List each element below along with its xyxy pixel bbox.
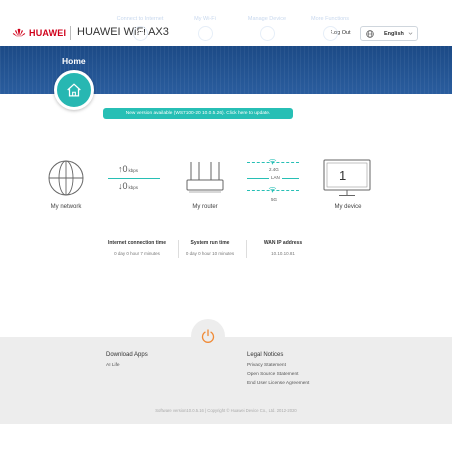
ai-life-link[interactable]: AI Life [106, 363, 120, 368]
nav-circle [322, 26, 338, 41]
download-value: 0 [122, 181, 128, 191]
huawei-logo[interactable]: HUAWEI [12, 28, 66, 38]
download-speed: ↓ 0 kbps [118, 181, 138, 191]
stat-divider [246, 240, 247, 258]
nav-label: Manage Device [247, 16, 287, 22]
device-count: 1 [339, 168, 347, 183]
nav-my-wifi[interactable]: My Wi-Fi [175, 16, 235, 41]
wifi-icon [201, 30, 209, 37]
globe-icon [136, 29, 144, 38]
stat-wan-ip: WAN IP address 10.10.10.81 [250, 240, 316, 256]
stat-connection-time: Internet connection time 0 day 0 hour 7 … [98, 240, 176, 256]
nav-home-button[interactable] [54, 70, 94, 110]
nav-home-label[interactable]: Home [62, 56, 86, 66]
nav-manage-device[interactable]: Manage Device [237, 16, 297, 41]
huawei-petal-icon [12, 28, 26, 38]
nav-more-functions[interactable]: More Functions [300, 16, 360, 41]
my-network-label: My network [50, 204, 82, 210]
power-icon [201, 329, 215, 343]
nav-circle [259, 26, 275, 41]
header-divider [70, 26, 71, 40]
nav-label: My Wi-Fi [194, 16, 216, 22]
router-icon[interactable] [185, 160, 225, 196]
network-globe-icon[interactable] [47, 159, 85, 197]
nav-connect-to-internet[interactable]: Connect to Internet [110, 16, 170, 41]
chevron-down-icon [408, 32, 413, 35]
download-apps-heading: Download Apps [106, 352, 148, 358]
stat-title: WAN IP address [263, 240, 303, 246]
my-router-label: My router [192, 204, 218, 210]
update-banner[interactable]: New version available (WS7100-20 10.0.5.… [103, 108, 293, 119]
band-5g-line [247, 190, 299, 191]
stat-title: System run time [190, 240, 230, 246]
open-source-statement-link[interactable]: Open Source Statement [247, 372, 298, 377]
nav-circle [197, 26, 213, 41]
nav-circle [132, 26, 148, 41]
copyright-text: Software version10.0.5.16 | Copyright © … [155, 408, 297, 413]
band-5g-label: 5G [271, 197, 278, 202]
band-2g-line [247, 162, 299, 163]
stat-title: Internet connection time [107, 240, 167, 246]
band-lan-label: LAN [269, 175, 282, 180]
wan-link-line [108, 178, 160, 179]
upload-speed: ↑ 0 kbps [118, 164, 138, 174]
home-icon [67, 83, 81, 97]
privacy-statement-link[interactable]: Privacy Statement [247, 363, 286, 368]
stat-value: 0 day 0 hour 10 minutes [185, 251, 235, 256]
my-device-label: My device [334, 204, 362, 210]
menu-icon [327, 31, 333, 36]
stat-run-time: System run time 0 day 0 hour 10 minutes [178, 240, 242, 256]
nav-label: More Functions [311, 16, 349, 22]
power-button[interactable] [191, 319, 225, 353]
stat-value: 0 day 0 hour 7 minutes [114, 251, 160, 256]
user-icon [263, 30, 271, 38]
language-globe-icon [366, 29, 374, 38]
language-select[interactable]: English [360, 26, 418, 41]
nav-label: Connect to Internet [116, 16, 164, 22]
band-2g-label: 2.4G [269, 167, 279, 172]
stat-value: 10.10.10.81 [271, 251, 295, 256]
brand-name: HUAWEI [29, 28, 67, 38]
eula-link[interactable]: End User License Agreement [247, 381, 309, 386]
download-unit: kbps [128, 185, 139, 190]
legal-notices-heading: Legal Notices [247, 352, 284, 358]
upload-unit: kbps [128, 168, 139, 173]
monitor-icon[interactable] [322, 158, 372, 198]
language-value: English [384, 30, 404, 37]
upload-value: 0 [122, 164, 128, 174]
